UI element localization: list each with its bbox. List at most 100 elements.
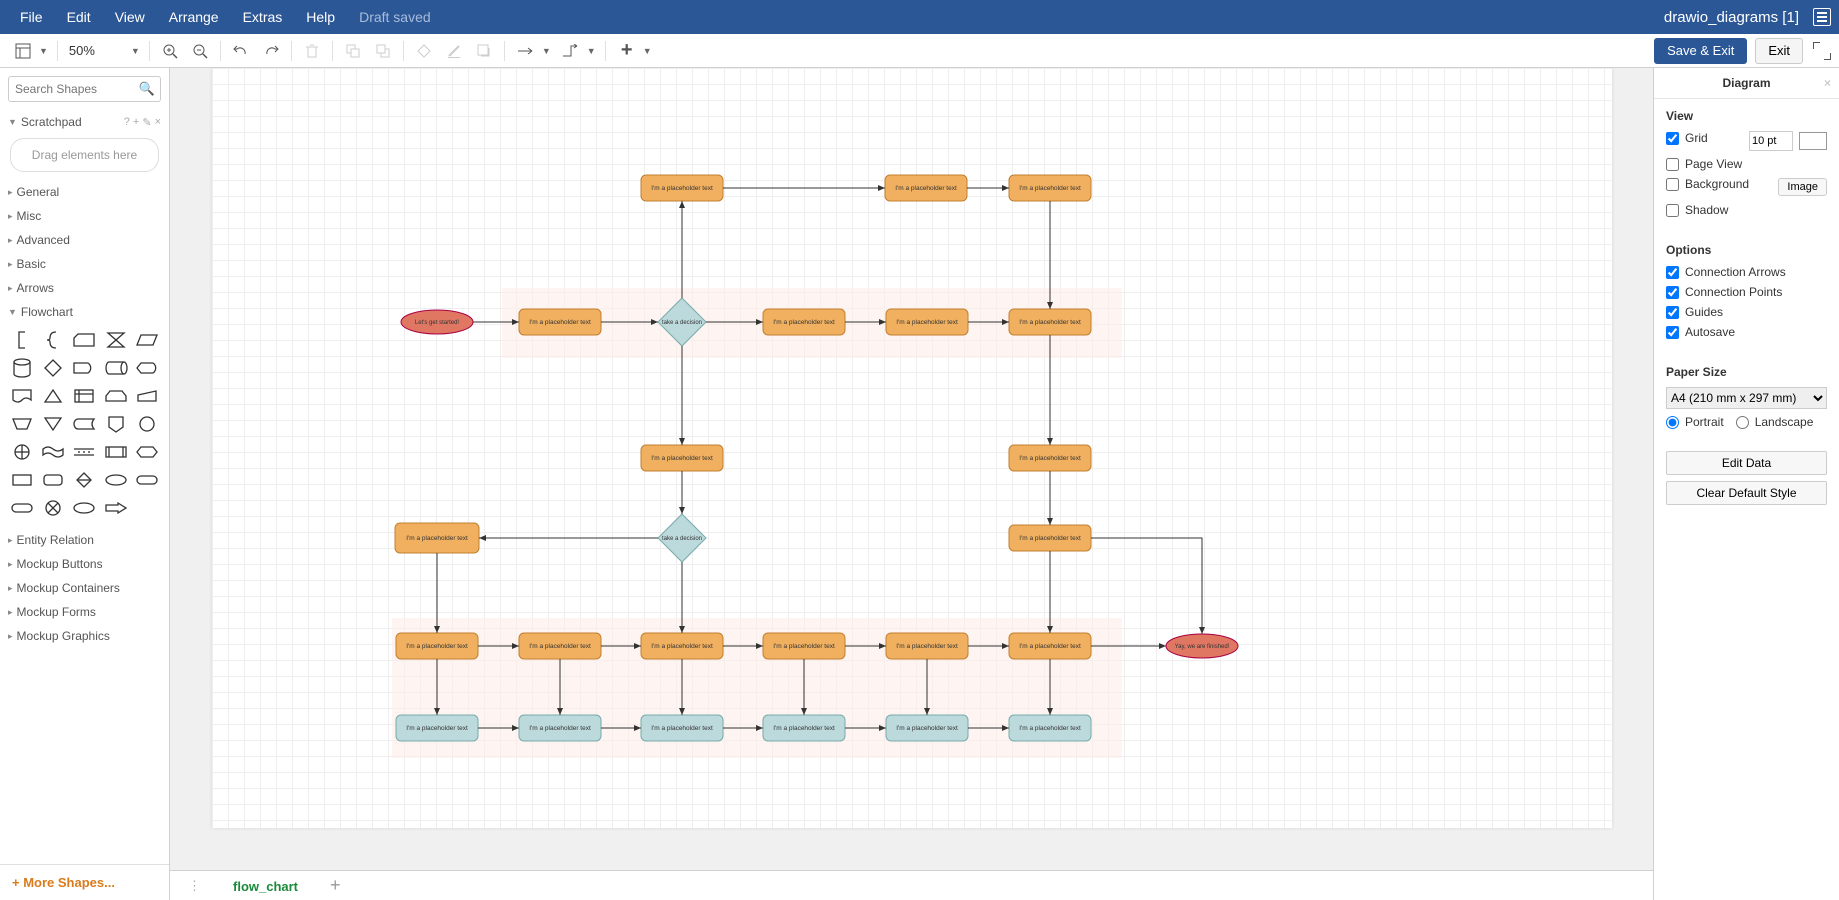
to-front-icon[interactable] bbox=[339, 37, 367, 65]
shape-tape[interactable] bbox=[39, 440, 66, 464]
canvas-scroll[interactable]: I'm a placeholder textI'm a placeholder … bbox=[170, 68, 1653, 870]
category-basic[interactable]: ▸Basic bbox=[0, 252, 169, 276]
category-mockup-containers[interactable]: ▸Mockup Containers bbox=[0, 576, 169, 600]
shape-terminator[interactable] bbox=[134, 468, 161, 492]
shape-loop-limit[interactable] bbox=[102, 384, 129, 408]
page-view-checkbox[interactable]: Page View bbox=[1666, 157, 1827, 171]
paper-size-select[interactable]: A4 (210 mm x 297 mm) bbox=[1666, 387, 1827, 409]
connection-arrows-checkbox[interactable]: Connection Arrows bbox=[1666, 265, 1827, 279]
page-tab-flowchart[interactable]: flow_chart bbox=[211, 871, 320, 900]
shadow-toggle-icon[interactable] bbox=[470, 37, 498, 65]
line-color-icon[interactable] bbox=[440, 37, 468, 65]
shape-collate[interactable] bbox=[102, 328, 129, 352]
shape-annotation-brace[interactable] bbox=[39, 328, 66, 352]
background-image-button[interactable]: Image bbox=[1778, 178, 1827, 196]
category-mockup-graphics[interactable]: ▸Mockup Graphics bbox=[0, 624, 169, 648]
page-menu-icon[interactable]: ⋮ bbox=[178, 878, 211, 894]
scratchpad-close-icon[interactable]: × bbox=[155, 116, 161, 129]
category-mockup-forms[interactable]: ▸Mockup Forms bbox=[0, 600, 169, 624]
shape-decision[interactable] bbox=[39, 356, 66, 380]
shape-database[interactable] bbox=[8, 356, 35, 380]
waypoint-style-dropdown[interactable]: ▼ bbox=[556, 36, 599, 66]
shape-connector[interactable] bbox=[134, 412, 161, 436]
shape-document[interactable] bbox=[8, 384, 35, 408]
shape-display[interactable] bbox=[134, 356, 161, 380]
grid-checkbox[interactable]: Grid bbox=[1666, 131, 1708, 145]
panel-close-icon[interactable]: × bbox=[1824, 76, 1831, 90]
menu-arrange[interactable]: Arrange bbox=[157, 9, 231, 25]
undo-icon[interactable] bbox=[227, 37, 255, 65]
shape-transfer[interactable] bbox=[102, 496, 129, 520]
shape-summing[interactable] bbox=[39, 496, 66, 520]
category-advanced[interactable]: ▸Advanced bbox=[0, 228, 169, 252]
category-mockup-buttons[interactable]: ▸Mockup Buttons bbox=[0, 552, 169, 576]
delete-icon[interactable] bbox=[298, 37, 326, 65]
shape-delay[interactable] bbox=[71, 356, 98, 380]
autosave-checkbox[interactable]: Autosave bbox=[1666, 325, 1827, 339]
more-shapes-button[interactable]: + More Shapes... bbox=[0, 864, 169, 900]
shape-start[interactable] bbox=[102, 468, 129, 492]
shape-rounded[interactable] bbox=[39, 468, 66, 492]
shape-process[interactable] bbox=[8, 468, 35, 492]
connection-points-checkbox[interactable]: Connection Points bbox=[1666, 285, 1827, 299]
grid-size-input[interactable] bbox=[1749, 131, 1793, 151]
shape-offpage[interactable] bbox=[102, 412, 129, 436]
save-exit-button[interactable]: Save & Exit bbox=[1654, 38, 1747, 64]
portrait-radio[interactable]: Portrait bbox=[1666, 415, 1724, 429]
clear-style-button[interactable]: Clear Default Style bbox=[1666, 481, 1827, 505]
landscape-radio[interactable]: Landscape bbox=[1736, 415, 1814, 429]
fullscreen-icon[interactable] bbox=[1813, 42, 1831, 60]
shape-predefined[interactable] bbox=[102, 440, 129, 464]
shape-preparation[interactable] bbox=[134, 440, 161, 464]
scratchpad-add-icon[interactable]: + bbox=[133, 116, 139, 129]
category-flowchart[interactable]: ▼Flowchart bbox=[0, 300, 169, 324]
shape-data[interactable] bbox=[134, 328, 161, 352]
shape-or[interactable] bbox=[8, 440, 35, 464]
shape-internal-storage[interactable] bbox=[71, 384, 98, 408]
edit-data-button[interactable]: Edit Data bbox=[1666, 451, 1827, 475]
shape-parallel[interactable] bbox=[71, 440, 98, 464]
menu-edit[interactable]: Edit bbox=[55, 9, 103, 25]
scratchpad-edit-icon[interactable]: ✎ bbox=[142, 116, 151, 129]
to-back-icon[interactable] bbox=[369, 37, 397, 65]
diagram-canvas[interactable]: I'm a placeholder textI'm a placeholder … bbox=[212, 68, 1612, 828]
category-misc[interactable]: ▸Misc bbox=[0, 204, 169, 228]
menu-extras[interactable]: Extras bbox=[231, 9, 295, 25]
zoom-out-icon[interactable] bbox=[186, 37, 214, 65]
menu-help[interactable]: Help bbox=[294, 9, 347, 25]
grid-color-swatch[interactable] bbox=[1799, 132, 1827, 150]
redo-icon[interactable] bbox=[257, 37, 285, 65]
zoom-in-icon[interactable] bbox=[156, 37, 184, 65]
shape-manual-op[interactable] bbox=[8, 412, 35, 436]
add-page-icon[interactable]: + bbox=[320, 875, 351, 896]
guides-checkbox[interactable]: Guides bbox=[1666, 305, 1827, 319]
zoom-select[interactable]: 50%▼ bbox=[64, 40, 143, 61]
search-icon[interactable]: 🔍 bbox=[139, 81, 155, 97]
shape-card[interactable] bbox=[71, 328, 98, 352]
connection-style-dropdown[interactable]: ▼ bbox=[511, 36, 554, 66]
exit-button[interactable]: Exit bbox=[1755, 38, 1803, 64]
shape-ellipse2[interactable] bbox=[71, 496, 98, 520]
shape-merge[interactable] bbox=[39, 412, 66, 436]
shape-manual-input[interactable] bbox=[134, 384, 161, 408]
shape-annotation-left[interactable] bbox=[8, 328, 35, 352]
scratchpad-help-icon[interactable]: ? bbox=[124, 116, 130, 129]
scratchpad-dropzone[interactable]: Drag elements here bbox=[10, 138, 159, 172]
menu-view[interactable]: View bbox=[103, 9, 157, 25]
shape-sort[interactable] bbox=[71, 468, 98, 492]
menu-file[interactable]: File bbox=[8, 9, 55, 25]
document-title[interactable]: drawio_diagrams [1] bbox=[1664, 9, 1799, 26]
category-general[interactable]: ▸General bbox=[0, 180, 169, 204]
scratchpad-header[interactable]: ▼Scratchpad ?+✎× bbox=[0, 110, 169, 134]
shape-direct-data[interactable] bbox=[102, 356, 129, 380]
shape-extract[interactable] bbox=[39, 384, 66, 408]
insert-dropdown[interactable]: +▼ bbox=[612, 36, 655, 66]
shape-terminator2[interactable] bbox=[8, 496, 35, 520]
category-entity-relation[interactable]: ▸Entity Relation bbox=[0, 528, 169, 552]
fill-color-icon[interactable] bbox=[410, 37, 438, 65]
view-mode-dropdown[interactable]: ▼ bbox=[8, 36, 51, 66]
category-arrows[interactable]: ▸Arrows bbox=[0, 276, 169, 300]
shape-stored-data[interactable] bbox=[71, 412, 98, 436]
shadow-checkbox[interactable]: Shadow bbox=[1666, 203, 1827, 217]
background-checkbox[interactable]: Background bbox=[1666, 177, 1749, 191]
